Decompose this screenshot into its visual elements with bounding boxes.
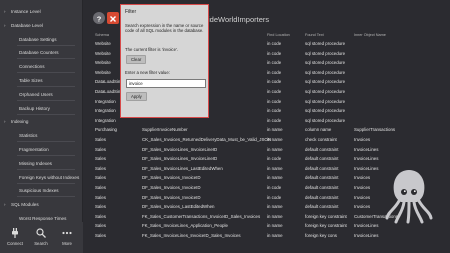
table-row[interactable]: Sales FK_Sales_InvoiceLines_InvoiceID_Sal… xyxy=(90,231,450,241)
table-cell: sql stored procedure xyxy=(305,79,346,85)
more-icon xyxy=(62,231,72,235)
table-cell: InvoiceLines xyxy=(354,156,379,162)
sidebar-item-label: Database Counters xyxy=(19,50,59,56)
chevron-right-icon: › xyxy=(4,119,6,125)
table-cell: sql stored procedure xyxy=(305,69,346,75)
table-row[interactable]: Sales DF_Sales_InvoiceLines_InvoiceLineID… xyxy=(90,154,450,164)
column-header-inner-object-name: Inner Object Name xyxy=(354,33,386,37)
sidebar-item-label: Instance Level xyxy=(11,9,41,14)
help-button[interactable]: ? xyxy=(93,12,105,24)
search-icon xyxy=(36,228,46,238)
sidebar-item-label: Suspicious Indexes xyxy=(19,188,59,194)
table-cell: SupplierTransactions xyxy=(354,127,396,133)
svg-text:?: ? xyxy=(97,15,102,24)
sidebar-item-label: Missing Indexes xyxy=(19,160,52,166)
table-cell: sql stored procedure xyxy=(305,50,346,56)
filter-input[interactable]: invoice xyxy=(126,79,206,88)
sidebar-item-label: Database Level xyxy=(11,22,43,28)
table-cell: Purchasing xyxy=(95,127,117,133)
column-header-found-text: Found Text xyxy=(305,33,324,37)
table-cell: Sales xyxy=(95,165,106,171)
table-cell: Sales xyxy=(95,233,106,238)
table-cell: Sales xyxy=(95,204,106,210)
sidebar: › Instance Level › Database Level Database S… xyxy=(0,0,83,253)
chevron-right-icon: › xyxy=(4,9,6,14)
table-cell: Sales xyxy=(95,223,106,229)
page-title: ideWorldImporters xyxy=(208,15,270,24)
more-label: More xyxy=(62,241,72,246)
table-cell: Sales xyxy=(95,156,106,162)
table-cell: Sales xyxy=(95,137,106,142)
sidebar-item-label: SQL Modules xyxy=(11,202,39,208)
table-cell: Sales xyxy=(95,175,106,181)
table-cell: Sales xyxy=(95,146,106,152)
sidebar-item[interactable]: › Database Level xyxy=(0,19,83,32)
close-button[interactable] xyxy=(107,12,119,24)
apply-button[interactable]: Apply xyxy=(126,92,147,101)
table-cell: InvoiceLines xyxy=(354,223,379,229)
sidebar-item[interactable]: › Indexing xyxy=(0,115,83,128)
table-cell: Sales xyxy=(95,185,106,190)
more-button[interactable]: More xyxy=(54,222,80,253)
column-header-schema: Schema xyxy=(95,33,109,37)
table-cell: sql stored procedure xyxy=(305,41,346,46)
sidebar-item-label: Fragmentation xyxy=(19,147,49,152)
table-cell: sql stored procedure xyxy=(305,98,346,104)
dialog-description: Search expression in the name or source … xyxy=(125,23,204,34)
table-cell: Integration xyxy=(95,117,116,123)
search-button[interactable]: Search xyxy=(28,222,54,253)
sidebar-item-label: Worst Response Times xyxy=(19,216,67,221)
connect-button[interactable]: Connect xyxy=(2,222,28,253)
new-filter-label: Enter a new filter value: xyxy=(125,70,170,75)
table-row[interactable]: Purchasing SupplierInvoiceNumber in name co… xyxy=(90,125,450,135)
current-filter-text: The current filter is 'invoice'. xyxy=(125,47,178,52)
table-cell: InvoiceLines xyxy=(354,146,379,152)
table-cell: sql stored procedure xyxy=(305,108,346,114)
sidebar-item[interactable]: Worst Response Times xyxy=(0,212,83,222)
sidebar-item-label: Indexing xyxy=(11,119,29,125)
table-cell: InvoiceLines xyxy=(354,233,379,238)
sidebar-item[interactable]: › Instance Level xyxy=(0,5,83,18)
chevron-right-icon: › xyxy=(4,202,6,208)
sidebar-item-label: Connections xyxy=(19,64,45,70)
squid-mascot-icon xyxy=(385,170,433,224)
table-row[interactable]: Sales DF_Sales_InvoiceLines_InvoiceLineID… xyxy=(90,145,450,155)
close-icon xyxy=(110,16,116,22)
column-header-find-location: Find Location xyxy=(267,33,290,37)
table-cell: sql stored procedure xyxy=(305,117,346,123)
sidebar-item-label: Orphaned Users xyxy=(19,91,53,97)
search-label: Search xyxy=(34,241,48,246)
plug-icon xyxy=(12,228,18,238)
chevron-right-icon: › xyxy=(4,22,6,28)
bottom-bar: Connect Search More xyxy=(0,222,83,253)
table-cell: Sales xyxy=(95,213,106,219)
sidebar-item-label: Table Sizes xyxy=(19,78,43,83)
sidebar-item-label: Statistics xyxy=(19,133,38,139)
table-cell: sql stored procedure xyxy=(305,89,346,94)
connect-label: Connect xyxy=(6,241,23,246)
help-icon: ? xyxy=(97,15,102,24)
sidebar-item[interactable]: › SQL Modules xyxy=(0,198,83,211)
sidebar-item-label: Foreign Keys without Indexes xyxy=(19,174,80,180)
dialog-title: Filter xyxy=(125,9,137,15)
table-row[interactable]: Sales CK_Sales_Invoices_ReturnedDeliveryD… xyxy=(90,135,450,145)
table-cell: Sales xyxy=(95,194,106,200)
clear-button[interactable]: Clear xyxy=(126,55,147,64)
sidebar-item-label: Database Settings xyxy=(19,36,57,42)
sidebar-item-label: Backup History xyxy=(19,105,50,111)
table-cell: Invoices xyxy=(354,137,371,142)
table-cell: sql stored procedure xyxy=(305,60,346,66)
sidebar-nav: › Instance Level › Database Level Database S… xyxy=(0,0,83,222)
filter-dialog: Filter Search expression in the name or … xyxy=(120,4,209,118)
